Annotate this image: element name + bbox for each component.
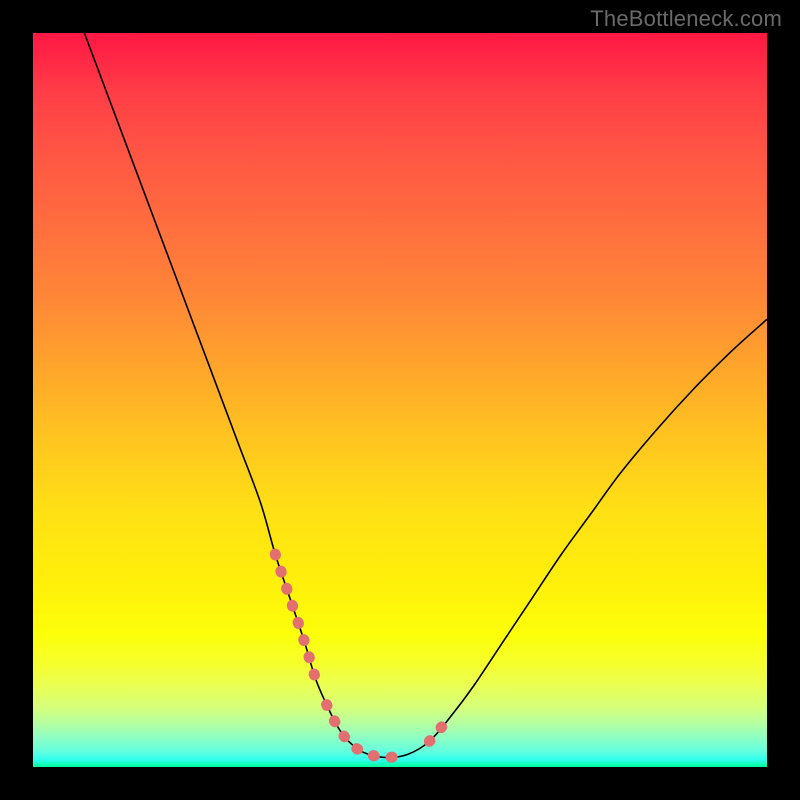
watermark-text: TheBottleneck.com bbox=[590, 6, 782, 32]
chart-plot-area bbox=[33, 33, 767, 767]
marker-valley bbox=[327, 705, 408, 758]
chart-svg bbox=[33, 33, 767, 767]
main-curve bbox=[84, 33, 767, 758]
